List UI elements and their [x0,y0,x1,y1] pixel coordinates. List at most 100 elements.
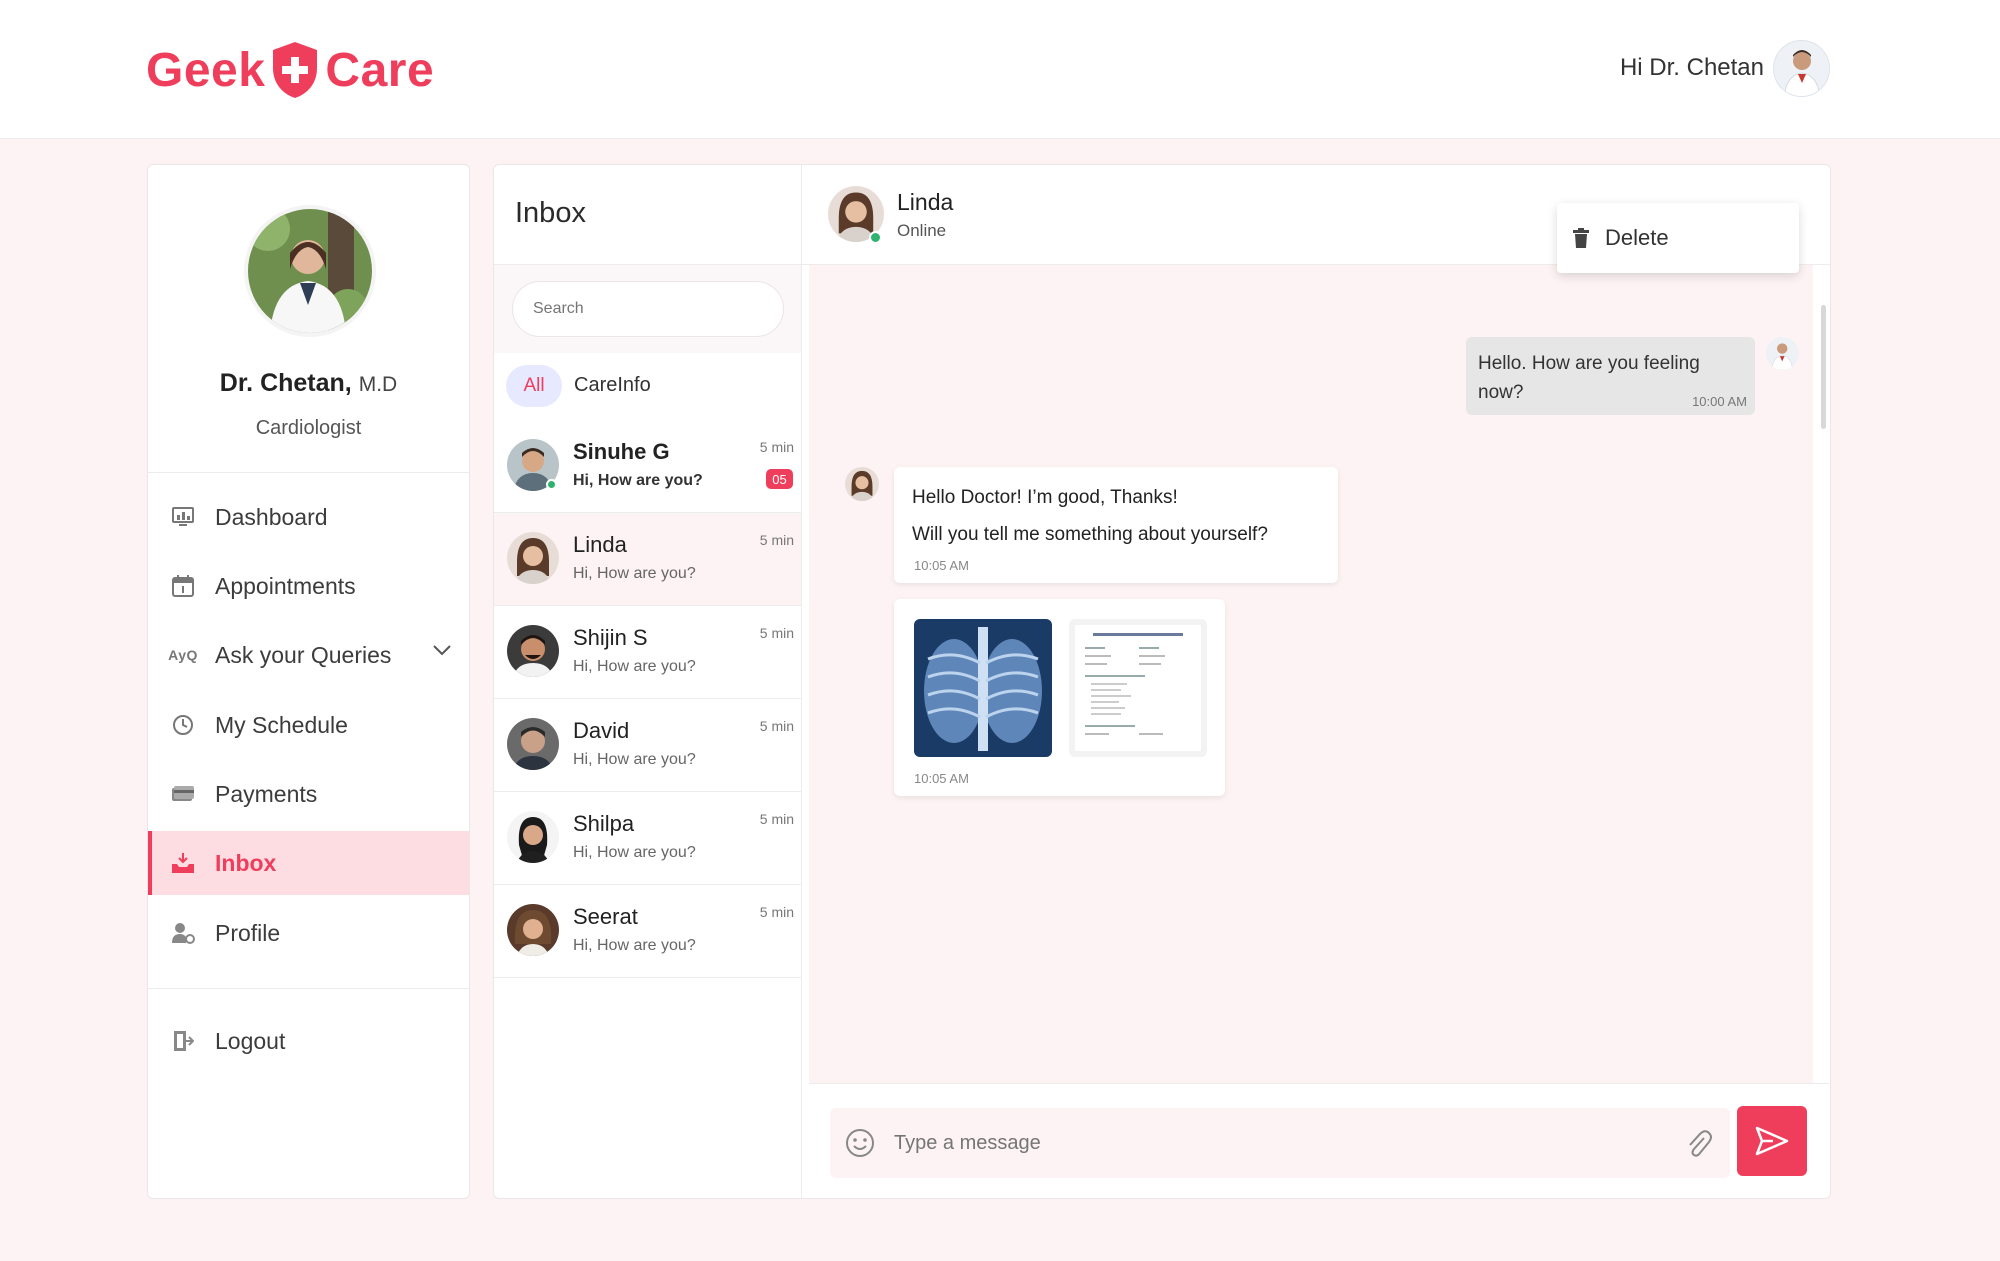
chat-scrollbar[interactable] [1821,305,1826,429]
contact-name: Shijin S [573,625,648,650]
chat-contact-name: Linda [897,189,954,215]
message-time: 5 min [759,532,794,548]
conversation-item[interactable]: Shijin S Hi, How are you? 5 min [494,607,801,699]
contact-avatar [507,625,559,677]
contact-name: Shilpa [573,811,635,836]
sidebar-item-profile[interactable]: Profile [148,901,469,965]
dashboard-icon [170,504,196,530]
contact-avatar [507,718,559,770]
doctor-role: Cardiologist [255,417,362,439]
brand-logo[interactable]: Geek Care [146,38,434,102]
xray-image-attachment[interactable] [914,619,1052,757]
emoji-icon[interactable] [845,1128,875,1158]
sidebar-item-ask-your-queries[interactable]: AyQ Ask your Queries [148,623,469,687]
inbox-list: Inbox All CareInfo Sinuhe G Hi, How are … [494,165,802,1198]
contact-name: Seerat [573,904,638,929]
chat-contact-status: Online [897,221,947,240]
sidebar-item-label: Inbox [215,849,277,876]
message-timestamp: 10:05 AM [914,558,969,573]
last-message: Hi, How are you? [573,472,703,489]
search-input[interactable] [512,281,784,337]
last-message: Hi, How are you? [573,658,696,675]
conversation-item[interactable]: Seerat Hi, How are you? 5 min [494,886,801,978]
message-time: 5 min [759,904,794,920]
message-timestamp: 10:05 AM [914,771,969,786]
delete-menu-item[interactable]: Delete [1605,225,1669,251]
message-text: Hello. How are you feeling now? [1478,353,1700,403]
last-message: Hi, How are you? [573,844,696,861]
incoming-message: Hello Doctor! I’m good, Thanks! Will you… [894,467,1338,583]
sidebar-divider [148,472,469,473]
logout-button[interactable]: Logout [148,1009,469,1073]
report-document-attachment[interactable] [1069,619,1207,757]
doctor-name: Dr. Chetan, M.D [148,369,469,398]
filter-careinfo-chip[interactable]: CareInfo [574,374,651,397]
logout-label: Logout [215,1027,286,1054]
message-time: 5 min [759,811,794,827]
contact-name: David [573,718,630,743]
contact-avatar [507,904,559,956]
message-line: Hello Doctor! I’m good, Thanks! [912,487,1178,508]
send-button[interactable] [1737,1106,1807,1176]
outgoing-message: Hello. How are you feeling now? 10:00 AM [1466,337,1755,415]
sidebar-item-label: Dashboard [215,503,328,530]
contact-message-avatar [845,467,879,501]
inbox-title: Inbox [515,197,586,229]
last-message: Hi, How are you? [573,937,696,954]
inbox-icon [170,850,196,876]
contact-avatar [507,532,559,584]
sidebar-item-payments[interactable]: Payments [148,762,469,826]
filter-all-chip[interactable]: All [506,365,562,407]
sidebar-item-my-schedule[interactable]: My Schedule [148,693,469,757]
contact-avatar [507,811,559,863]
clock-icon [170,712,196,738]
brand-name-part2: Care [325,43,435,97]
message-time: 5 min [759,625,794,641]
message-input[interactable] [894,1122,1654,1164]
sidebar-item-label: Ask your Queries [215,641,392,668]
doctor-name-text: Dr. Chetan, [219,369,352,397]
last-message: Hi, How are you? [573,751,696,768]
sidebar-item-appointments[interactable]: Appointments [148,554,469,618]
conversation-item[interactable]: Sinuhe G Hi, How are you? 5 min 05 [494,421,801,513]
sidebar-divider [148,988,469,989]
sidebar-item-label: Profile [215,919,281,946]
sidebar-item-inbox[interactable]: Inbox [148,831,469,895]
message-time: 5 min [759,718,794,734]
send-icon [1755,1126,1789,1156]
chevron-down-icon[interactable] [433,645,451,656]
card-icon [170,781,196,807]
last-message: Hi, How are you? [573,565,696,582]
contact-name: Sinuhe G [573,439,670,464]
brand-name-part1: Geek [146,43,266,97]
doctor-degree: M.D [358,373,398,396]
online-indicator [869,231,882,244]
contact-name: Linda [573,532,627,557]
ayq-icon: AyQ [168,647,198,663]
calendar-icon [170,573,196,599]
greeting-text: Hi Dr. Chetan [1619,54,1764,81]
paperclip-icon[interactable] [1684,1128,1712,1158]
conversation-item[interactable]: David Hi, How are you? 5 min [494,700,801,792]
conversation-item[interactable]: Shilpa Hi, How are you? 5 min [494,793,801,885]
doctor-avatar-icon [1774,41,1829,96]
shield-plus-icon [273,42,318,98]
messages-panel: Inbox All CareInfo Sinuhe G Hi, How are … [493,164,1831,1199]
trash-icon [1573,228,1589,248]
sidebar-item-dashboard[interactable]: Dashboard [148,485,469,549]
chat-options-menu: Delete [1557,203,1799,273]
message-line: Will you tell me something about yoursel… [912,524,1268,545]
online-indicator [546,479,557,490]
message-timestamp: 10:00 AM [1692,394,1747,409]
attachments-message: 10:05 AM [894,599,1225,796]
sidebar-item-label: Payments [215,780,318,807]
profile-icon [170,920,196,946]
message-composer [830,1108,1730,1178]
doctor-profile-photo [244,205,376,337]
conversation-item[interactable]: Linda Hi, How are you? 5 min [494,514,801,606]
composer-divider [809,1083,1829,1084]
logout-icon [170,1028,196,1054]
sidebar-item-label: Appointments [215,572,356,599]
user-avatar[interactable] [1773,40,1830,97]
top-bar: Geek Care Hi Dr. Chetan [0,0,2000,139]
